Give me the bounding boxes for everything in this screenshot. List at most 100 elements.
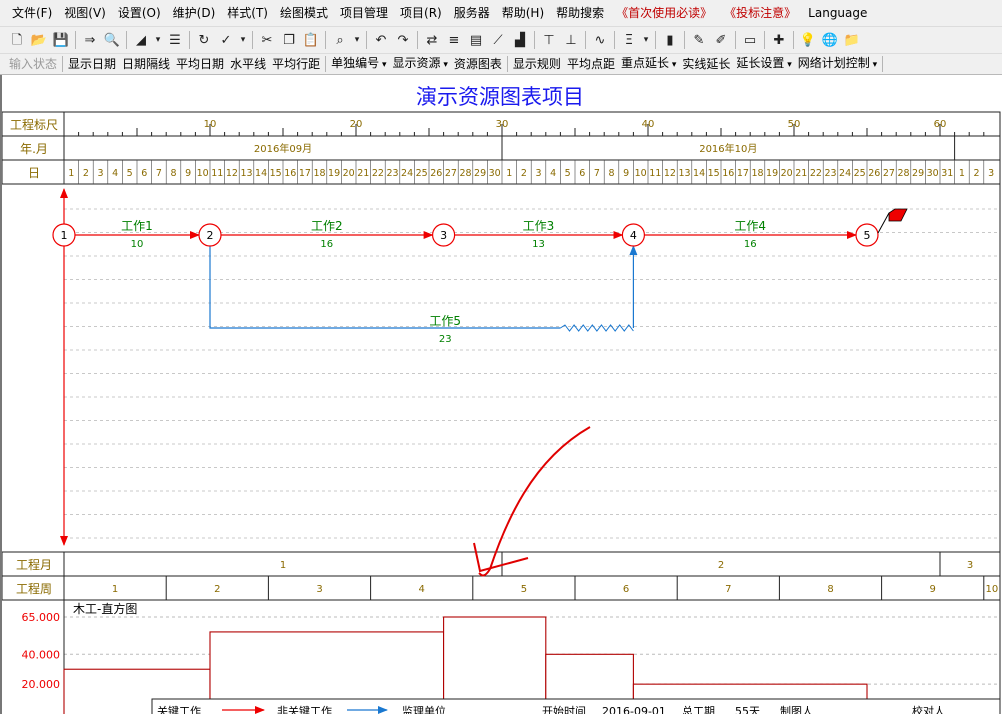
undo-icon[interactable]: ↶ xyxy=(370,29,392,51)
menu-item[interactable]: 维护(D) xyxy=(167,0,222,26)
format-icon[interactable]: Ξ xyxy=(618,29,640,51)
toolbar2-button[interactable]: 重点延长 xyxy=(618,53,679,75)
menu-item[interactable]: 文件(F) xyxy=(6,0,58,26)
legend-item: 2016-09-01 xyxy=(602,705,666,714)
draw-icon[interactable]: ✎ xyxy=(688,29,710,51)
toolbar2-button[interactable]: 显示日期 xyxy=(65,54,119,74)
day-cell: 12 xyxy=(226,168,238,179)
find-icon[interactable]: ⌕ xyxy=(329,29,351,51)
chevron-down-icon[interactable]: ▾ xyxy=(237,29,249,51)
project-week-cell: 7 xyxy=(725,584,731,595)
event-node-label: 3 xyxy=(440,229,447,242)
project-week-label: 工程周 xyxy=(16,581,52,596)
menu-item[interactable]: 绘图模式 xyxy=(274,0,334,26)
event-node-label: 1 xyxy=(61,229,68,242)
project-week-cell: 1 xyxy=(112,584,118,595)
toolbar-separator xyxy=(585,31,586,49)
line-icon[interactable]: ⟋ xyxy=(487,29,509,51)
toolbar2-button[interactable]: 日期隔线 xyxy=(119,54,173,74)
menu-item[interactable]: 项目(R) xyxy=(394,0,448,26)
day-cell: 19 xyxy=(766,168,778,179)
day-cell: 7 xyxy=(156,168,162,179)
cut-icon[interactable]: ✂ xyxy=(256,29,278,51)
new-icon[interactable]: 🗋 xyxy=(6,29,28,51)
legend-item: 校对人 xyxy=(912,704,945,714)
task-duration: 10 xyxy=(131,239,144,250)
resource-icon[interactable]: ▟ xyxy=(509,29,531,51)
toolbar2-button[interactable]: 资源图表 xyxy=(451,54,505,74)
day-cell: 15 xyxy=(270,168,282,179)
day-cell: 30 xyxy=(927,168,939,179)
toolbar-separator xyxy=(793,31,794,49)
toolbar2-button[interactable]: 水平线 xyxy=(227,54,269,74)
table-icon[interactable]: ▤ xyxy=(465,29,487,51)
toolbar2-button[interactable]: 网络计划控制 xyxy=(795,53,880,75)
save-icon[interactable]: 💾 xyxy=(50,29,72,51)
fill-icon[interactable]: ◢ xyxy=(130,29,152,51)
toolbar-separator xyxy=(655,31,656,49)
paste-icon[interactable]: 📋 xyxy=(300,29,322,51)
monitor-icon[interactable]: ▭ xyxy=(739,29,761,51)
project-month-cell: 3 xyxy=(967,560,973,571)
legend-item: 非关键工作 xyxy=(277,704,332,714)
open-icon[interactable]: 📂 xyxy=(28,29,50,51)
toolbar2-button[interactable]: 输入状态 xyxy=(6,54,60,74)
toolbar2-button[interactable]: 单独编号 xyxy=(328,53,389,75)
bulb-icon[interactable]: 💡 xyxy=(797,29,819,51)
day-cell: 29 xyxy=(912,168,924,179)
day-cell: 24 xyxy=(839,168,851,179)
redo-icon[interactable]: ↷ xyxy=(392,29,414,51)
toolbar2-button[interactable]: 显示资源 xyxy=(390,53,451,75)
toolbar2-button[interactable]: 平均点距 xyxy=(564,54,618,74)
curve-icon[interactable]: ∿ xyxy=(589,29,611,51)
toolbar2-button[interactable]: 平均日期 xyxy=(173,54,227,74)
folder-icon[interactable]: 📁 xyxy=(841,29,863,51)
refresh-icon[interactable]: ↻ xyxy=(193,29,215,51)
bar-icon[interactable]: ≡ xyxy=(443,29,465,51)
menu-item[interactable]: 服务器 xyxy=(448,0,496,26)
day-cell: 1 xyxy=(506,168,512,179)
menu-item[interactable]: 《投标注意》 xyxy=(718,0,802,26)
edit-icon[interactable]: ✐ xyxy=(710,29,732,51)
task-name: 工作2 xyxy=(311,219,343,233)
day-cell: 23 xyxy=(824,168,836,179)
column-chart-icon[interactable]: ▮ xyxy=(659,29,681,51)
toolbar2-button[interactable]: 延长设置 xyxy=(733,53,794,75)
cross-icon[interactable]: ✚ xyxy=(768,29,790,51)
menu-item[interactable]: 视图(V) xyxy=(58,0,112,26)
day-cell: 11 xyxy=(649,168,661,179)
print-preview-icon[interactable]: 🔍 xyxy=(101,29,123,51)
day-cell: 26 xyxy=(430,168,442,179)
export-icon[interactable]: ⇒ xyxy=(79,29,101,51)
chevron-down-icon[interactable]: ▾ xyxy=(351,29,363,51)
toolbar2-button[interactable]: 平均行距 xyxy=(269,54,323,74)
day-cell: 5 xyxy=(127,168,133,179)
day-cell: 21 xyxy=(357,168,369,179)
chevron-down-icon[interactable]: ▾ xyxy=(640,29,652,51)
histogram-title: 木工-直方图 xyxy=(73,601,137,616)
histogram-ytick: 20.000 xyxy=(22,678,61,691)
menu-item[interactable]: 项目管理 xyxy=(334,0,394,26)
menu-item[interactable]: 设置(O) xyxy=(112,0,167,26)
legend-item: 制图人 xyxy=(780,705,813,714)
copy-icon[interactable]: ❐ xyxy=(278,29,300,51)
free-float-wave xyxy=(560,324,634,332)
day-cell: 5 xyxy=(565,168,571,179)
menu-item[interactable]: 帮助(H) xyxy=(496,0,550,26)
menu-item[interactable]: Language xyxy=(802,0,873,26)
project-week-cell: 2 xyxy=(214,584,220,595)
indent-icon[interactable]: ☰ xyxy=(164,29,186,51)
chevron-down-icon[interactable]: ▾ xyxy=(152,29,164,51)
network-chart-canvas[interactable]: 演示资源图表项目 工程标尺 年.月日 10 20 30 40 50 60 2016年09月 201… xyxy=(0,75,1002,714)
menu-item[interactable]: 样式(T) xyxy=(221,0,274,26)
globe-icon[interactable]: 🌐 xyxy=(819,29,841,51)
network-icon[interactable]: ⇄ xyxy=(421,29,443,51)
align-bottom-icon[interactable]: ⊥ xyxy=(560,29,582,51)
align-top-icon[interactable]: ⊤ xyxy=(538,29,560,51)
toolbar2-button[interactable]: 实线延长 xyxy=(679,54,733,74)
toolbar2-button[interactable]: 显示规则 xyxy=(510,54,564,74)
day-cell: 13 xyxy=(240,168,252,179)
menu-item[interactable]: 帮助搜索 xyxy=(550,0,610,26)
check-icon[interactable]: ✓ xyxy=(215,29,237,51)
menu-item[interactable]: 《首次使用必读》 xyxy=(610,0,718,26)
